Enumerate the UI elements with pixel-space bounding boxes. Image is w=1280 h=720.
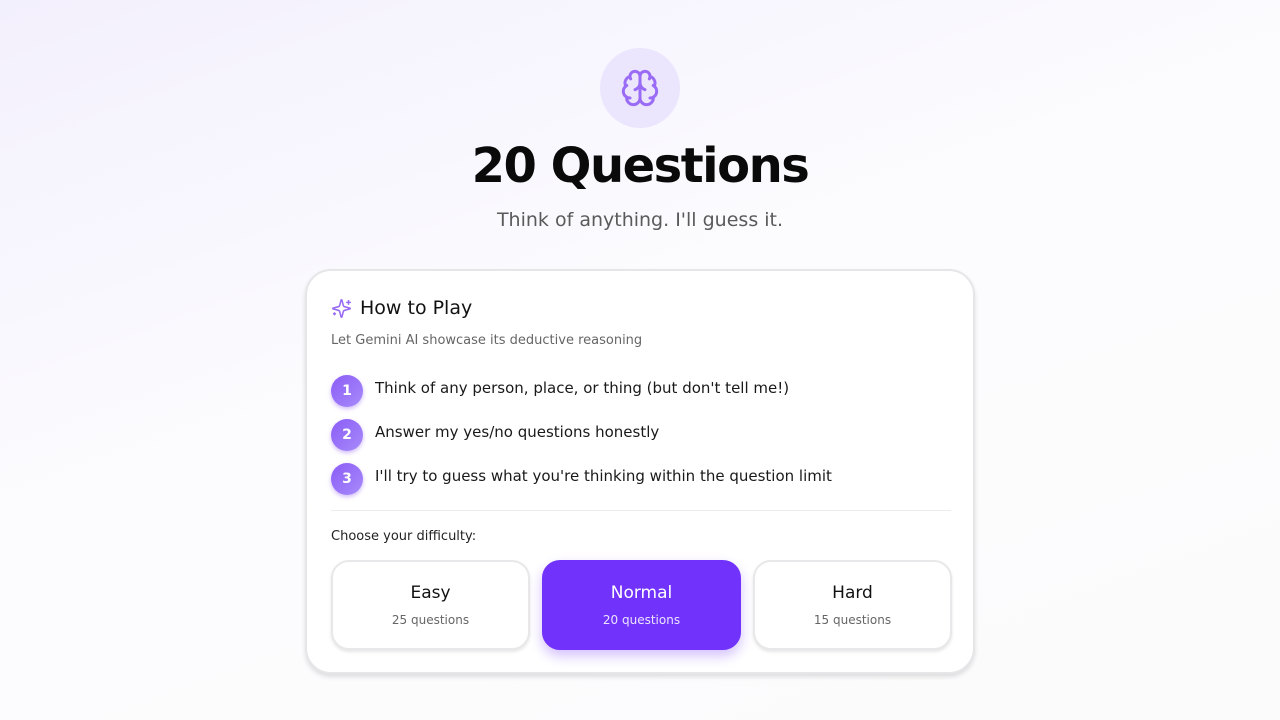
- page-title: 20 Questions: [471, 138, 810, 194]
- step-text: Think of any person, place, or thing (bu…: [375, 379, 790, 397]
- page-subtitle: Think of anything. I'll guess it.: [496, 209, 784, 231]
- hero-icon-circle: [600, 48, 680, 128]
- how-to-play-card: How to Play Let Gemini AI showcase its d…: [305, 269, 975, 674]
- difficulty-question-count: 20 questions: [602, 613, 681, 627]
- difficulty-name: Normal: [610, 583, 673, 603]
- card-description: Let Gemini AI showcase its deductive rea…: [331, 333, 643, 348]
- difficulty-label: Choose your difficulty:: [331, 529, 477, 544]
- step-number-badge: 1: [331, 375, 363, 407]
- difficulty-question-count: 25 questions: [391, 613, 470, 627]
- step-text: I'll try to guess what you're thinking w…: [375, 467, 832, 485]
- card-title: How to Play: [360, 297, 473, 319]
- step-text: Answer my yes/no questions honestly: [375, 423, 660, 441]
- step-number-badge: 2: [331, 419, 363, 451]
- step-item: 3 I'll try to guess what you're thinking…: [331, 463, 832, 495]
- step-item: 1 Think of any person, place, or thing (…: [331, 375, 832, 407]
- difficulty-hard-button[interactable]: Hard 15 questions: [753, 560, 952, 650]
- difficulty-options: Easy 25 questions Normal 20 questions Ha…: [331, 560, 952, 650]
- divider: [331, 510, 951, 511]
- difficulty-question-count: 15 questions: [813, 613, 892, 627]
- difficulty-easy-button[interactable]: Easy 25 questions: [331, 560, 530, 650]
- step-number-badge: 3: [331, 463, 363, 495]
- sparkles-icon: [331, 298, 352, 318]
- card-header: How to Play: [331, 297, 472, 319]
- difficulty-name: Hard: [832, 583, 873, 603]
- difficulty-normal-button[interactable]: Normal 20 questions: [542, 560, 741, 650]
- step-item: 2 Answer my yes/no questions honestly: [331, 419, 832, 451]
- difficulty-name: Easy: [410, 583, 451, 603]
- steps-list: 1 Think of any person, place, or thing (…: [331, 375, 832, 507]
- brain-icon: [621, 69, 659, 107]
